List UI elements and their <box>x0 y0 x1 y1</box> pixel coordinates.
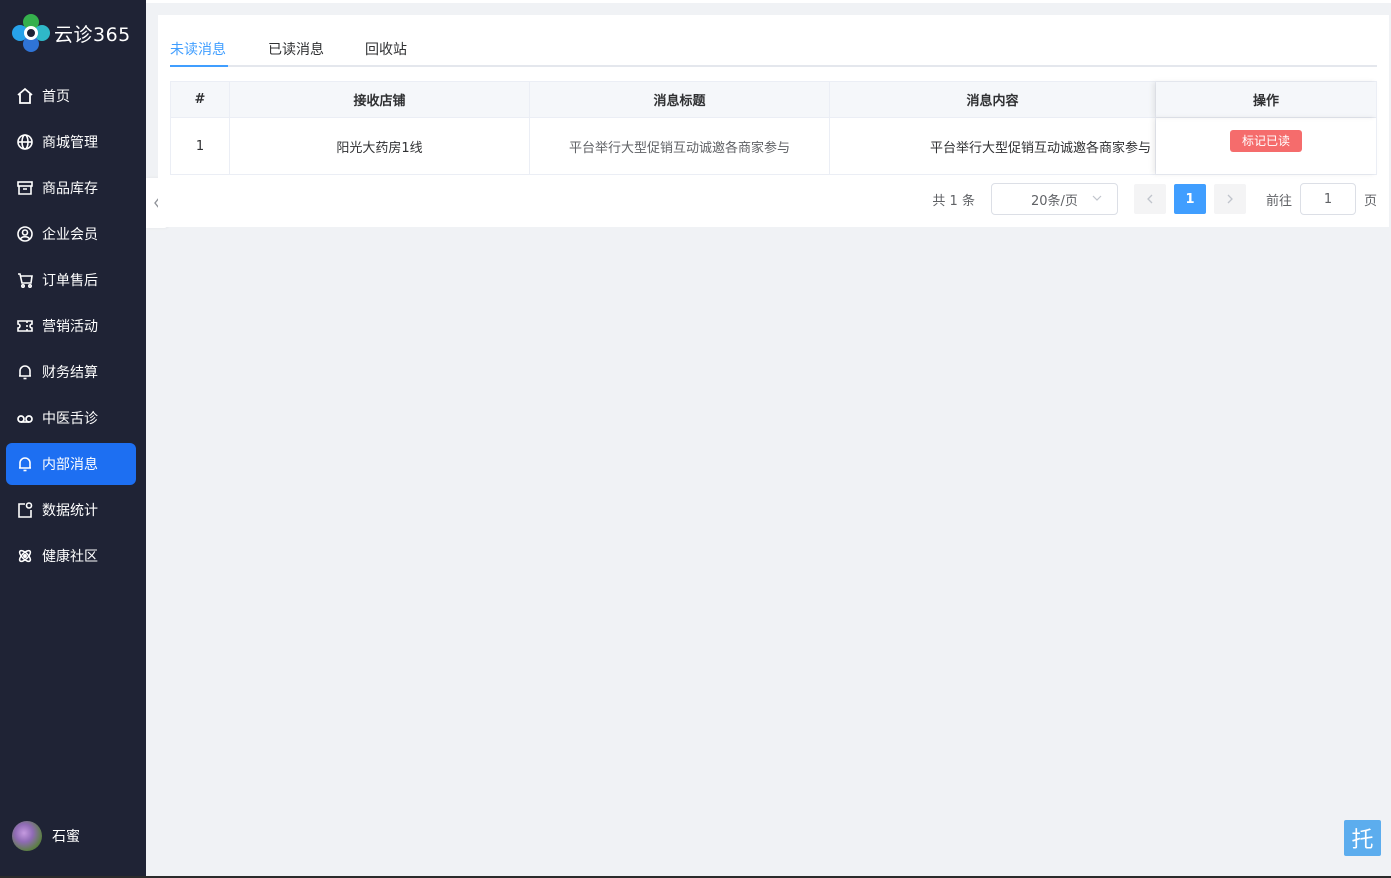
tab-unread[interactable]: 未读消息 <box>170 39 226 59</box>
sidebar-item-messages[interactable]: 内部消息 <box>6 443 136 485</box>
sidebar-item-label: 商品库存 <box>42 181 98 197</box>
chevron-left-icon <box>1147 194 1153 204</box>
sidebar-item-finance[interactable]: 财务结算 <box>6 351 136 393</box>
doc-badge-icon <box>18 502 33 518</box>
sidebar-item-label: 订单售后 <box>42 273 98 289</box>
logo-icon <box>12 14 50 52</box>
page-size-select[interactable]: 20条/页 <box>990 183 1118 215</box>
tab-active-indicator <box>170 65 228 67</box>
next-page-button[interactable] <box>1213 184 1246 214</box>
sidebar-item-mall[interactable]: 商城管理 <box>6 121 136 163</box>
bell-icon <box>19 457 31 472</box>
goto-label: 前往 <box>1265 193 1292 209</box>
sidebar-item-community[interactable]: 健康社区 <box>6 535 136 577</box>
bell-icon <box>19 365 31 380</box>
atom-icon <box>18 549 32 563</box>
column-header-shop: 接收店铺 <box>230 82 530 117</box>
table-row: 1 阳光大药房1线 平台举行大型促销互动诚邀各商家参与 平台举行大型促销互动诚邀… <box>170 118 1377 175</box>
cart-icon <box>18 273 33 289</box>
sidebar-item-statistics[interactable]: 数据统计 <box>6 489 136 531</box>
page-size-value: 20条/页 <box>1031 193 1078 209</box>
page-unit-label: 页 <box>1363 193 1377 209</box>
row-index: 1 <box>170 118 230 174</box>
chevron-right-icon <box>1227 194 1233 204</box>
column-header-index: # <box>170 82 230 117</box>
avatar[interactable] <box>12 821 42 851</box>
globe-icon <box>17 134 33 150</box>
box-icon <box>17 181 33 195</box>
column-header-title: 消息标题 <box>530 82 830 117</box>
column-header-content: 消息内容 <box>830 82 1156 117</box>
sidebar-item-label: 财务结算 <box>42 365 98 381</box>
sidebar-item-label: 健康社区 <box>42 549 98 565</box>
sidebar-menu: 首页 商城管理 商品库存 企业会员 订单售后 营销活动 财务结算 中医舌诊 内部… <box>6 75 136 581</box>
sidebar-item-members[interactable]: 企业会员 <box>6 213 136 255</box>
sidebar-item-label: 中医舌诊 <box>42 411 98 427</box>
pagination-total: 共 1 条 <box>932 193 975 209</box>
table-header: # 接收店铺 消息标题 消息内容 操作 <box>170 82 1377 118</box>
brand-logo[interactable]: 云诊365 <box>12 14 131 52</box>
sidebar-item-tongue-diagnosis[interactable]: 中医舌诊 <box>6 397 136 439</box>
app-window: 云诊365 首页 商城管理 商品库存 企业会员 订单售后 营销活动 财务结算 中… <box>0 0 1391 878</box>
user-circle-icon <box>17 226 33 242</box>
sidebar-item-label: 企业会员 <box>42 227 98 243</box>
sidebar-item-label: 首页 <box>42 89 70 105</box>
voicemail-icon <box>17 415 33 423</box>
goto-page-input[interactable]: 1 <box>1299 183 1356 215</box>
top-divider <box>146 0 1391 3</box>
floating-assist-button[interactable]: 托 <box>1344 820 1381 856</box>
tab-recycle-bin[interactable]: 回收站 <box>365 39 407 59</box>
column-header-action: 操作 <box>1156 82 1377 117</box>
mark-read-button[interactable]: 标记已读 <box>1229 130 1302 152</box>
sidebar-item-orders[interactable]: 订单售后 <box>6 259 136 301</box>
home-icon <box>17 87 33 104</box>
sidebar-item-label: 商城管理 <box>42 135 98 151</box>
user-profile[interactable]: 石蜜 <box>12 821 80 851</box>
pagination: 共 1 条 20条/页 1 前往 1 页 <box>932 183 1377 215</box>
sidebar-item-home[interactable]: 首页 <box>6 75 136 117</box>
row-shop: 阳光大药房1线 <box>230 118 530 174</box>
ticket-icon <box>17 320 33 332</box>
row-content: 平台举行大型促销互动诚邀各商家参与 <box>830 118 1156 174</box>
brand-name: 云诊365 <box>54 23 131 46</box>
sidebar-item-label: 内部消息 <box>42 457 98 473</box>
sidebar-item-marketing[interactable]: 营销活动 <box>6 305 136 347</box>
page-number-current[interactable]: 1 <box>1173 184 1206 214</box>
row-action-cell: 标记已读 <box>1156 118 1377 174</box>
chevron-down-icon <box>1092 195 1102 201</box>
messages-table: # 接收店铺 消息标题 消息内容 操作 1 阳光大药房1线 平台举行大型促销互动… <box>170 81 1377 175</box>
sidebar: 云诊365 首页 商城管理 商品库存 企业会员 订单售后 营销活动 财务结算 中… <box>0 0 146 876</box>
sidebar-item-inventory[interactable]: 商品库存 <box>6 167 136 209</box>
messages-panel: 未读消息 已读消息 回收站 # 接收店铺 消息标题 消息内容 操作 1 阳光大药… <box>158 15 1389 227</box>
prev-page-button[interactable] <box>1133 184 1166 214</box>
user-name: 石蜜 <box>52 829 80 845</box>
tab-read[interactable]: 已读消息 <box>268 39 324 59</box>
row-title: 平台举行大型促销互动诚邀各商家参与 <box>530 118 830 174</box>
sidebar-item-label: 营销活动 <box>42 319 98 335</box>
message-tabs: 未读消息 已读消息 回收站 <box>170 33 1377 67</box>
sidebar-item-label: 数据统计 <box>42 503 98 519</box>
